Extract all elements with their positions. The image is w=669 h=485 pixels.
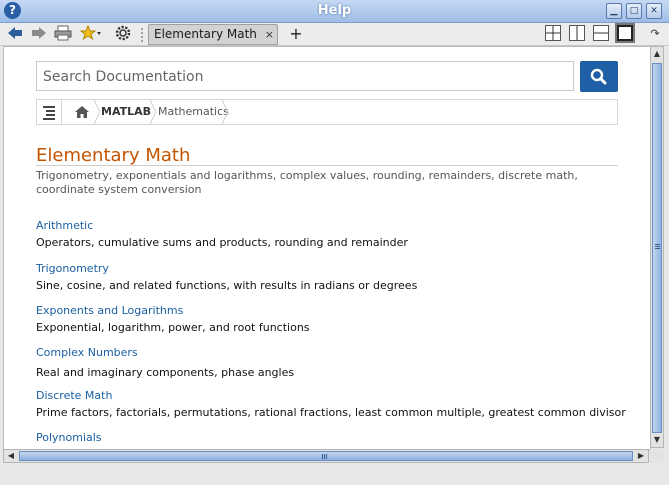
back-arrow-icon[interactable] — [6, 25, 24, 43]
scrollbar-corner — [650, 449, 664, 463]
maximize-button[interactable]: □ — [626, 3, 642, 19]
scroll-up-arrow-icon[interactable]: ▲ — [651, 47, 663, 61]
window-title: Help — [317, 3, 352, 18]
layout-single-icon[interactable] — [615, 23, 635, 43]
horizontal-scrollbar[interactable]: ◀ ▶ — [3, 449, 649, 463]
new-tab-button[interactable]: + — [287, 25, 305, 43]
scroll-down-arrow-icon[interactable]: ▼ — [651, 433, 663, 447]
layout-split-horizontal-icon[interactable] — [593, 25, 609, 41]
topic-description: Prime factors, factorials, permutations,… — [36, 406, 626, 419]
minimize-button[interactable]: ▁ — [606, 3, 622, 19]
breadcrumb-item-matlab[interactable]: MATLAB — [101, 105, 151, 118]
breadcrumb-separator-icon — [93, 100, 101, 124]
topic-description: Real and imaginary components, phase ang… — [36, 366, 295, 379]
search-icon — [590, 68, 607, 85]
topic-discrete-math: Discrete Math Prime factors, factorials,… — [36, 388, 626, 420]
topic-link[interactable]: Trigonometry — [36, 261, 417, 276]
topic-link[interactable]: Arithmetic — [36, 218, 408, 233]
topic-description: Sine, cosine, and related functions, wit… — [36, 279, 418, 292]
title-bar: ? Help ▁ □ ✕ — [0, 0, 669, 23]
topic-link[interactable]: Complex Numbers — [36, 345, 294, 360]
search-button[interactable] — [580, 61, 618, 92]
topic-trigonometry: Trigonometry Sine, cosine, and related f… — [36, 261, 417, 293]
print-icon[interactable] — [54, 25, 72, 43]
forward-arrow-icon[interactable] — [30, 25, 48, 43]
topic-link[interactable]: Exponents and Logarithms — [36, 303, 310, 318]
topic-polynomials: Polynomials — [36, 430, 102, 445]
topic-description: Exponential, logarithm, power, and root … — [36, 321, 310, 334]
breadcrumb-separator-icon — [221, 100, 229, 124]
tab-elementary-math[interactable]: Elementary Math × — [148, 24, 278, 45]
scroll-right-arrow-icon[interactable]: ▶ — [634, 450, 648, 462]
scroll-left-arrow-icon[interactable]: ◀ — [4, 450, 18, 462]
search-input[interactable]: Search Documentation — [36, 61, 574, 91]
page-description: Trigonometry, exponentials and logarithm… — [36, 169, 578, 196]
topic-arithmetic: Arithmetic Operators, cumulative sums an… — [36, 218, 408, 250]
horizontal-scroll-thumb[interactable] — [19, 451, 633, 461]
topic-complex-numbers: Complex Numbers Real and imaginary compo… — [36, 345, 294, 380]
title-divider — [36, 165, 618, 166]
topic-description: Operators, cumulative sums and products,… — [36, 236, 408, 249]
topic-exponents-and-logarithms: Exponents and Logarithms Exponential, lo… — [36, 303, 310, 335]
topic-link[interactable]: Polynomials — [36, 430, 102, 445]
vertical-scrollbar[interactable]: ▲ ▼ — [650, 46, 664, 448]
vertical-scroll-thumb[interactable] — [652, 63, 662, 433]
close-button[interactable]: ✕ — [646, 3, 662, 19]
help-content-pane: Search Documentation MATLAB Mathematics … — [3, 46, 651, 450]
topic-link[interactable]: Discrete Math — [36, 388, 626, 403]
browse-menu-icon[interactable] — [37, 100, 62, 124]
toolbar-grip[interactable] — [140, 27, 144, 42]
tab-close-icon[interactable]: × — [265, 25, 274, 44]
home-icon[interactable] — [73, 103, 91, 121]
favorites-star-icon[interactable] — [79, 24, 104, 43]
toolbar-overflow-icon[interactable]: ↷ — [646, 25, 664, 43]
page-title: Elementary Math — [36, 145, 191, 166]
gear-icon[interactable] — [114, 25, 132, 43]
layout-grid-icon[interactable] — [545, 25, 561, 41]
breadcrumb-separator-icon — [149, 100, 157, 124]
breadcrumb: MATLAB Mathematics — [36, 99, 618, 125]
toolbar: Elementary Math × + ↷ — [0, 23, 669, 46]
layout-split-vertical-icon[interactable] — [569, 25, 585, 41]
breadcrumb-item-mathematics[interactable]: Mathematics — [158, 105, 229, 118]
status-bar — [0, 465, 669, 485]
tab-label: Elementary Math — [154, 27, 257, 41]
